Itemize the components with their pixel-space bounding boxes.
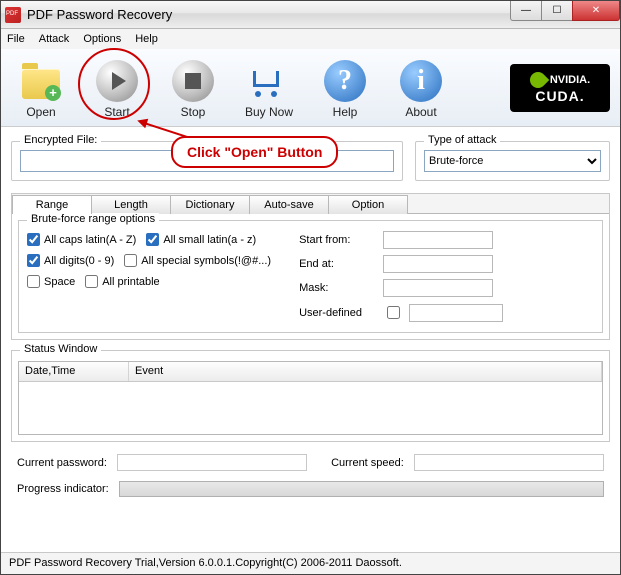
tab-option[interactable]: Option: [328, 195, 408, 214]
end-at-input[interactable]: [383, 255, 493, 273]
stop-label: Stop: [181, 105, 206, 119]
start-button[interactable]: Start: [87, 57, 147, 119]
current-speed-value: [414, 454, 604, 471]
help-button[interactable]: ? Help: [315, 57, 375, 119]
tab-length[interactable]: Length: [91, 195, 171, 214]
minimize-button[interactable]: —: [510, 1, 542, 21]
buynow-button[interactable]: Buy Now: [239, 57, 299, 119]
user-defined-label: User-defined: [299, 307, 377, 319]
tab-dictionary[interactable]: Dictionary: [170, 195, 250, 214]
tab-header: Range Length Dictionary Auto-save Option: [12, 194, 609, 213]
toolbar: + Open Start Stop Buy Now ? Help i About…: [1, 49, 620, 127]
attack-type-select[interactable]: Brute-force: [424, 150, 601, 172]
stop-icon: [171, 59, 215, 103]
menu-file[interactable]: File: [7, 33, 25, 45]
buynow-label: Buy Now: [245, 105, 293, 119]
chk-printable[interactable]: All printable: [85, 275, 159, 288]
stop-button[interactable]: Stop: [163, 57, 223, 119]
mask-input[interactable]: [383, 279, 493, 297]
mask-label: Mask:: [299, 282, 377, 294]
start-label: Start: [104, 105, 129, 119]
play-icon: [95, 59, 139, 103]
annotation-callout: Click "Open" Button: [171, 136, 338, 168]
chk-small[interactable]: All small latin(a - z): [146, 233, 256, 246]
open-button[interactable]: + Open: [11, 57, 71, 119]
status-window-group: Status Window Date,Time Event: [11, 350, 610, 442]
menu-help[interactable]: Help: [135, 33, 158, 45]
chk-digits[interactable]: All digits(0 - 9): [27, 254, 114, 267]
status-grid-header: Date,Time Event: [19, 362, 602, 382]
charset-checks: All caps latin(A - Z) All small latin(a …: [27, 229, 271, 322]
menubar: File Attack Options Help: [1, 29, 620, 49]
current-password-label: Current password:: [17, 457, 107, 469]
menu-options[interactable]: Options: [83, 33, 121, 45]
cart-icon: [247, 59, 291, 103]
cuda-product: CUDA.: [535, 88, 584, 104]
current-password-value: [117, 454, 307, 471]
attack-type-label: Type of attack: [424, 134, 500, 146]
help-label: Help: [333, 105, 358, 119]
window-title: PDF Password Recovery: [27, 7, 172, 22]
window-controls: — ☐ ✕: [511, 1, 620, 21]
status-window-title: Status Window: [20, 343, 101, 355]
about-label: About: [405, 105, 436, 119]
user-defined-checkbox[interactable]: [387, 306, 400, 319]
cuda-badge: NVIDIA. CUDA.: [510, 64, 610, 112]
chk-space[interactable]: Space: [27, 275, 75, 288]
main-area: Encrypted File: Type of attack Brute-for…: [1, 127, 620, 499]
chk-caps[interactable]: All caps latin(A - Z): [27, 233, 136, 246]
status-bar: PDF Password Recovery Trial,Version 6.0.…: [1, 552, 620, 574]
nvidia-brand: NVIDIA.: [550, 74, 590, 86]
attack-type-group: Type of attack Brute-force: [415, 141, 610, 181]
col-datetime[interactable]: Date,Time: [19, 362, 129, 381]
col-event[interactable]: Event: [129, 362, 602, 381]
about-button[interactable]: i About: [391, 57, 451, 119]
end-at-label: End at:: [299, 258, 377, 270]
user-defined-input[interactable]: [409, 304, 503, 322]
start-from-input[interactable]: [383, 231, 493, 249]
maximize-button[interactable]: ☐: [541, 1, 573, 21]
brute-force-group: Brute-force range options All caps latin…: [18, 220, 603, 333]
progress-label: Progress indicator:: [17, 483, 109, 495]
open-label: Open: [26, 105, 55, 119]
tab-autosave[interactable]: Auto-save: [249, 195, 329, 214]
encrypted-file-label: Encrypted File:: [20, 134, 101, 146]
current-speed-label: Current speed:: [331, 457, 404, 469]
brute-inputs: Start from: End at: Mask: User-defined: [299, 229, 503, 322]
progress-row: Progress indicator:: [11, 481, 610, 497]
options-tabs: Range Length Dictionary Auto-save Option…: [11, 193, 610, 340]
close-button[interactable]: ✕: [572, 1, 620, 21]
titlebar: PDF Password Recovery — ☐ ✕: [1, 1, 620, 29]
help-icon: ?: [323, 59, 367, 103]
progress-bar: [119, 481, 604, 497]
status-grid[interactable]: Date,Time Event: [18, 361, 603, 435]
start-from-label: Start from:: [299, 234, 377, 246]
current-info-row: Current password: Current speed:: [11, 454, 610, 471]
app-icon: [5, 7, 21, 23]
chk-symbols[interactable]: All special symbols(!@#...): [124, 254, 271, 267]
tab-body-range: Brute-force range options All caps latin…: [12, 213, 609, 339]
folder-open-icon: +: [19, 59, 63, 103]
info-icon: i: [399, 59, 443, 103]
menu-attack[interactable]: Attack: [39, 33, 70, 45]
tab-range[interactable]: Range: [12, 195, 92, 214]
brute-force-title: Brute-force range options: [27, 213, 159, 225]
